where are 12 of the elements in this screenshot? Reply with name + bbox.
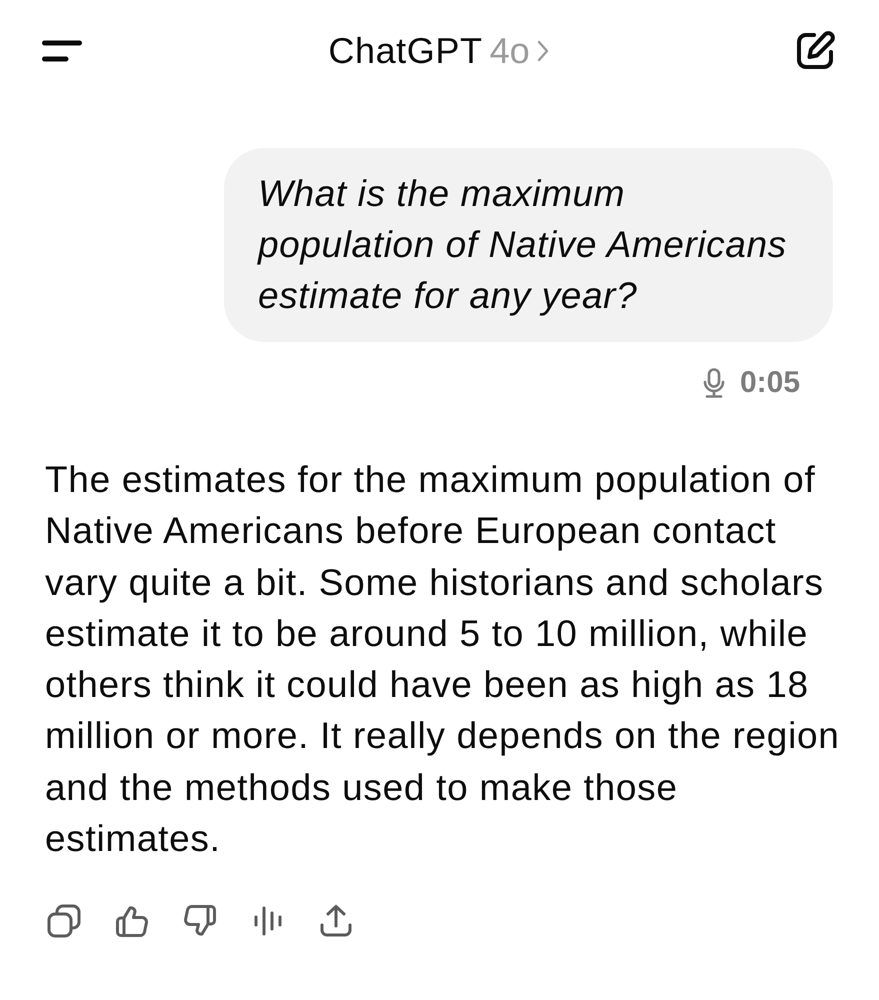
thumbs-up-icon[interactable] bbox=[115, 904, 149, 938]
voice-duration: 0:05 bbox=[740, 366, 800, 400]
user-message-bubble: What is the maximum population of Native Americans estimate for any year? bbox=[224, 148, 833, 342]
thumbs-down-icon[interactable] bbox=[183, 904, 217, 938]
app-title[interactable]: ChatGPT bbox=[328, 30, 483, 72]
chevron-icon[interactable] bbox=[536, 40, 549, 62]
menu-icon[interactable] bbox=[42, 39, 82, 63]
assistant-message: The estimates for the maximum population of Native Americans before European contact vary quite a bit. Some historians and scholars estimate it to be around 5 to 10 million, while others think it could have been as high as 18 million or more. It really depends on the region and the methods used to make those estimates. bbox=[44, 458, 841, 862]
microphone-icon bbox=[702, 368, 725, 398]
share-icon[interactable] bbox=[319, 904, 353, 938]
new-chat-icon[interactable] bbox=[794, 31, 835, 71]
copy-icon[interactable] bbox=[47, 904, 81, 938]
